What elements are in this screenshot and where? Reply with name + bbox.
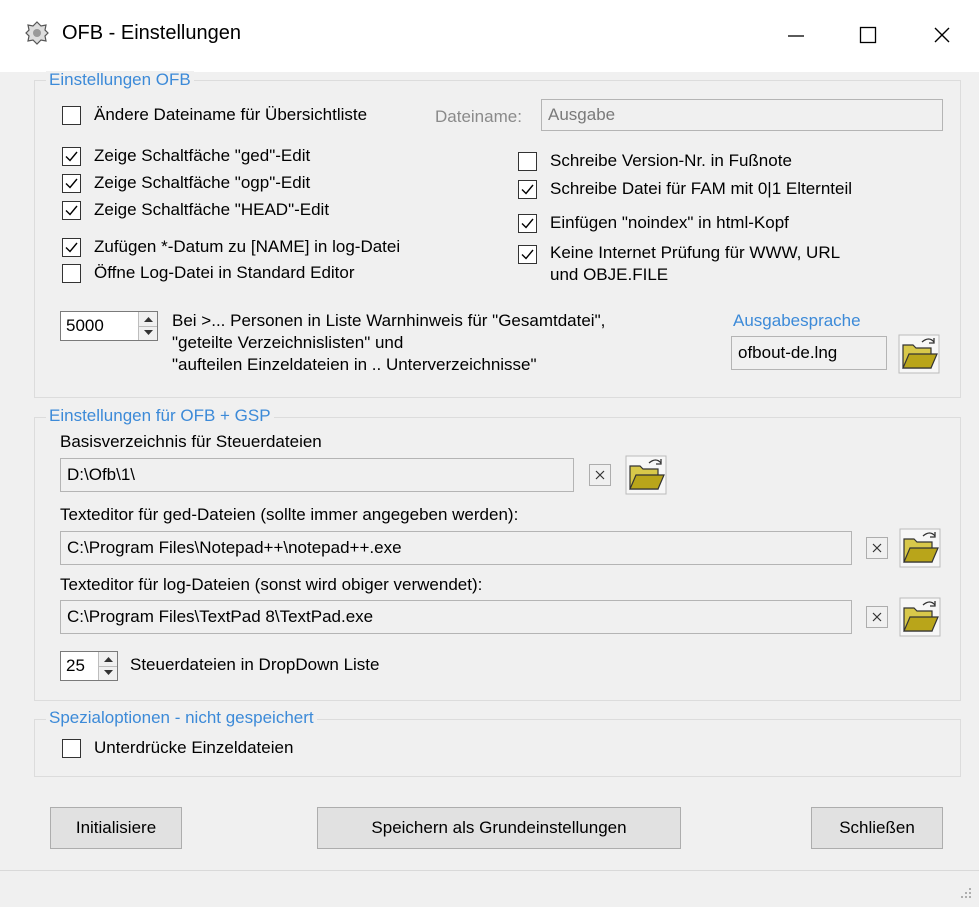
checkbox-add-date-log[interactable] [62, 238, 81, 257]
checkbox-show-ged-edit-label: Zeige Schaltfäche "ged"-Edit [94, 146, 311, 165]
window-title: OFB - Einstellungen [62, 22, 241, 44]
ged-editor-folder-icon[interactable] [899, 528, 941, 568]
language-label: Ausgabesprache [733, 311, 861, 330]
checkbox-show-head-edit[interactable] [62, 201, 81, 220]
spinner-down-button[interactable] [139, 325, 157, 340]
checkmark-icon [65, 242, 78, 253]
close-button[interactable]: Schließen [811, 807, 943, 849]
checkbox-change-filename-label: Ändere Dateiname für Übersichtliste [94, 105, 368, 124]
warn-count-value[interactable]: 5000 [61, 312, 138, 340]
checkbox-write-fam-file[interactable] [518, 180, 537, 199]
clear-x-icon [872, 612, 882, 622]
checkbox-no-internet-check-label: Keine Internet Prüfung für WWW, URL [550, 243, 841, 262]
checkbox-no-internet-check-label-line2: und OBJE.FILE [550, 265, 669, 284]
ged-editor-input[interactable]: C:\Program Files\Notepad++\notepad++.exe [60, 531, 852, 565]
resize-grip-icon[interactable] [958, 885, 972, 899]
chevron-up-icon [103, 656, 113, 662]
title-bar: OFB - Einstellungen [0, 0, 979, 72]
checkbox-add-date-log-label: Zufügen *-Datum zu [NAME] in log-Datei [94, 237, 401, 256]
checkbox-change-filename[interactable] [62, 106, 81, 125]
checkbox-write-version-footnote-label: Schreibe Version-Nr. in Fußnote [550, 151, 792, 170]
language-field[interactable]: ofbout-de.lng [731, 336, 887, 370]
spinner-down-button[interactable] [99, 665, 117, 680]
log-editor-input[interactable]: C:\Program Files\TextPad 8\TextPad.exe [60, 600, 852, 634]
ged-editor-clear-button[interactable] [866, 537, 888, 559]
basedir-label: Basisverzeichnis für Steuerdateien [60, 432, 322, 451]
chevron-down-icon [143, 330, 153, 336]
spinner-up-button[interactable] [139, 312, 157, 326]
log-editor-label: Texteditor für log-Dateien (sonst wird o… [60, 575, 483, 594]
warn-text-line2: "geteilte Verzeichnislisten" und [172, 333, 404, 352]
spinner-up-button[interactable] [99, 652, 117, 666]
dropdown-count-spinner[interactable]: 25 [60, 651, 118, 681]
warn-count-spinner[interactable]: 5000 [60, 311, 158, 341]
checkbox-show-ged-edit[interactable] [62, 147, 81, 166]
open-folder-icon[interactable] [898, 334, 940, 374]
chevron-up-icon [143, 316, 153, 322]
checkbox-suppress-single-files[interactable] [62, 739, 81, 758]
checkmark-icon [521, 184, 534, 195]
checkbox-suppress-single-files-label: Unterdrücke Einzeldateien [94, 738, 294, 757]
group-title-ofb: Einstellungen OFB [46, 71, 194, 89]
checkmark-icon [65, 178, 78, 189]
log-editor-folder-icon[interactable] [899, 597, 941, 637]
save-default-button[interactable]: Speichern als Grundeinstellungen [317, 807, 681, 849]
checkbox-open-log-editor[interactable] [62, 264, 81, 283]
clear-x-icon [872, 543, 882, 553]
checkbox-open-log-editor-label: Öffne Log-Datei in Standard Editor [94, 263, 355, 282]
status-bar-divider [0, 870, 979, 871]
checkbox-show-head-edit-label: Zeige Schaltfäche "HEAD"-Edit [94, 200, 330, 219]
maximize-icon [859, 26, 877, 44]
ged-editor-label: Texteditor für ged-Dateien (sollte immer… [60, 505, 519, 524]
warn-text-line1: Bei >... Personen in Liste Warnhinweis f… [172, 311, 606, 330]
close-icon [934, 27, 950, 43]
maximize-button[interactable] [838, 10, 898, 60]
chevron-down-icon [103, 670, 113, 676]
checkbox-show-ogp-edit-label: Zeige Schaltfäche "ogp"-Edit [94, 173, 311, 192]
basedir-folder-icon[interactable] [625, 455, 667, 495]
filename-label: Dateiname: [435, 107, 522, 126]
minimize-icon [788, 35, 804, 37]
basedir-input[interactable]: D:\Ofb\1\ [60, 458, 574, 492]
checkmark-icon [65, 205, 78, 216]
filename-input[interactable]: Ausgabe [541, 99, 943, 131]
checkbox-no-internet-check[interactable] [518, 245, 537, 264]
app-crest-icon [25, 21, 49, 45]
checkmark-icon [65, 151, 78, 162]
minimize-button[interactable] [766, 10, 826, 60]
initialize-button[interactable]: Initialisiere [50, 807, 182, 849]
warn-text-line3: "aufteilen Einzeldateien in .. Unterverz… [172, 355, 537, 374]
checkbox-insert-noindex[interactable] [518, 214, 537, 233]
checkmark-icon [521, 218, 534, 229]
checkmark-icon [521, 249, 534, 260]
dropdown-count-label: Steuerdateien in DropDown Liste [130, 655, 380, 674]
checkbox-write-fam-file-label: Schreibe Datei für FAM mit 0|1 Elterntei… [550, 179, 853, 198]
group-title-special: Spezialoptionen - nicht gespeichert [46, 709, 317, 727]
log-editor-clear-button[interactable] [866, 606, 888, 628]
checkbox-insert-noindex-label: Einfügen "noindex" in html-Kopf [550, 213, 789, 232]
checkbox-write-version-footnote[interactable] [518, 152, 537, 171]
basedir-clear-button[interactable] [589, 464, 611, 486]
group-title-ofb-gsp: Einstellungen für OFB + GSP [46, 407, 274, 425]
clear-x-icon [595, 470, 605, 480]
close-window-button[interactable] [912, 10, 972, 60]
checkbox-show-ogp-edit[interactable] [62, 174, 81, 193]
dropdown-count-value[interactable]: 25 [61, 652, 98, 680]
